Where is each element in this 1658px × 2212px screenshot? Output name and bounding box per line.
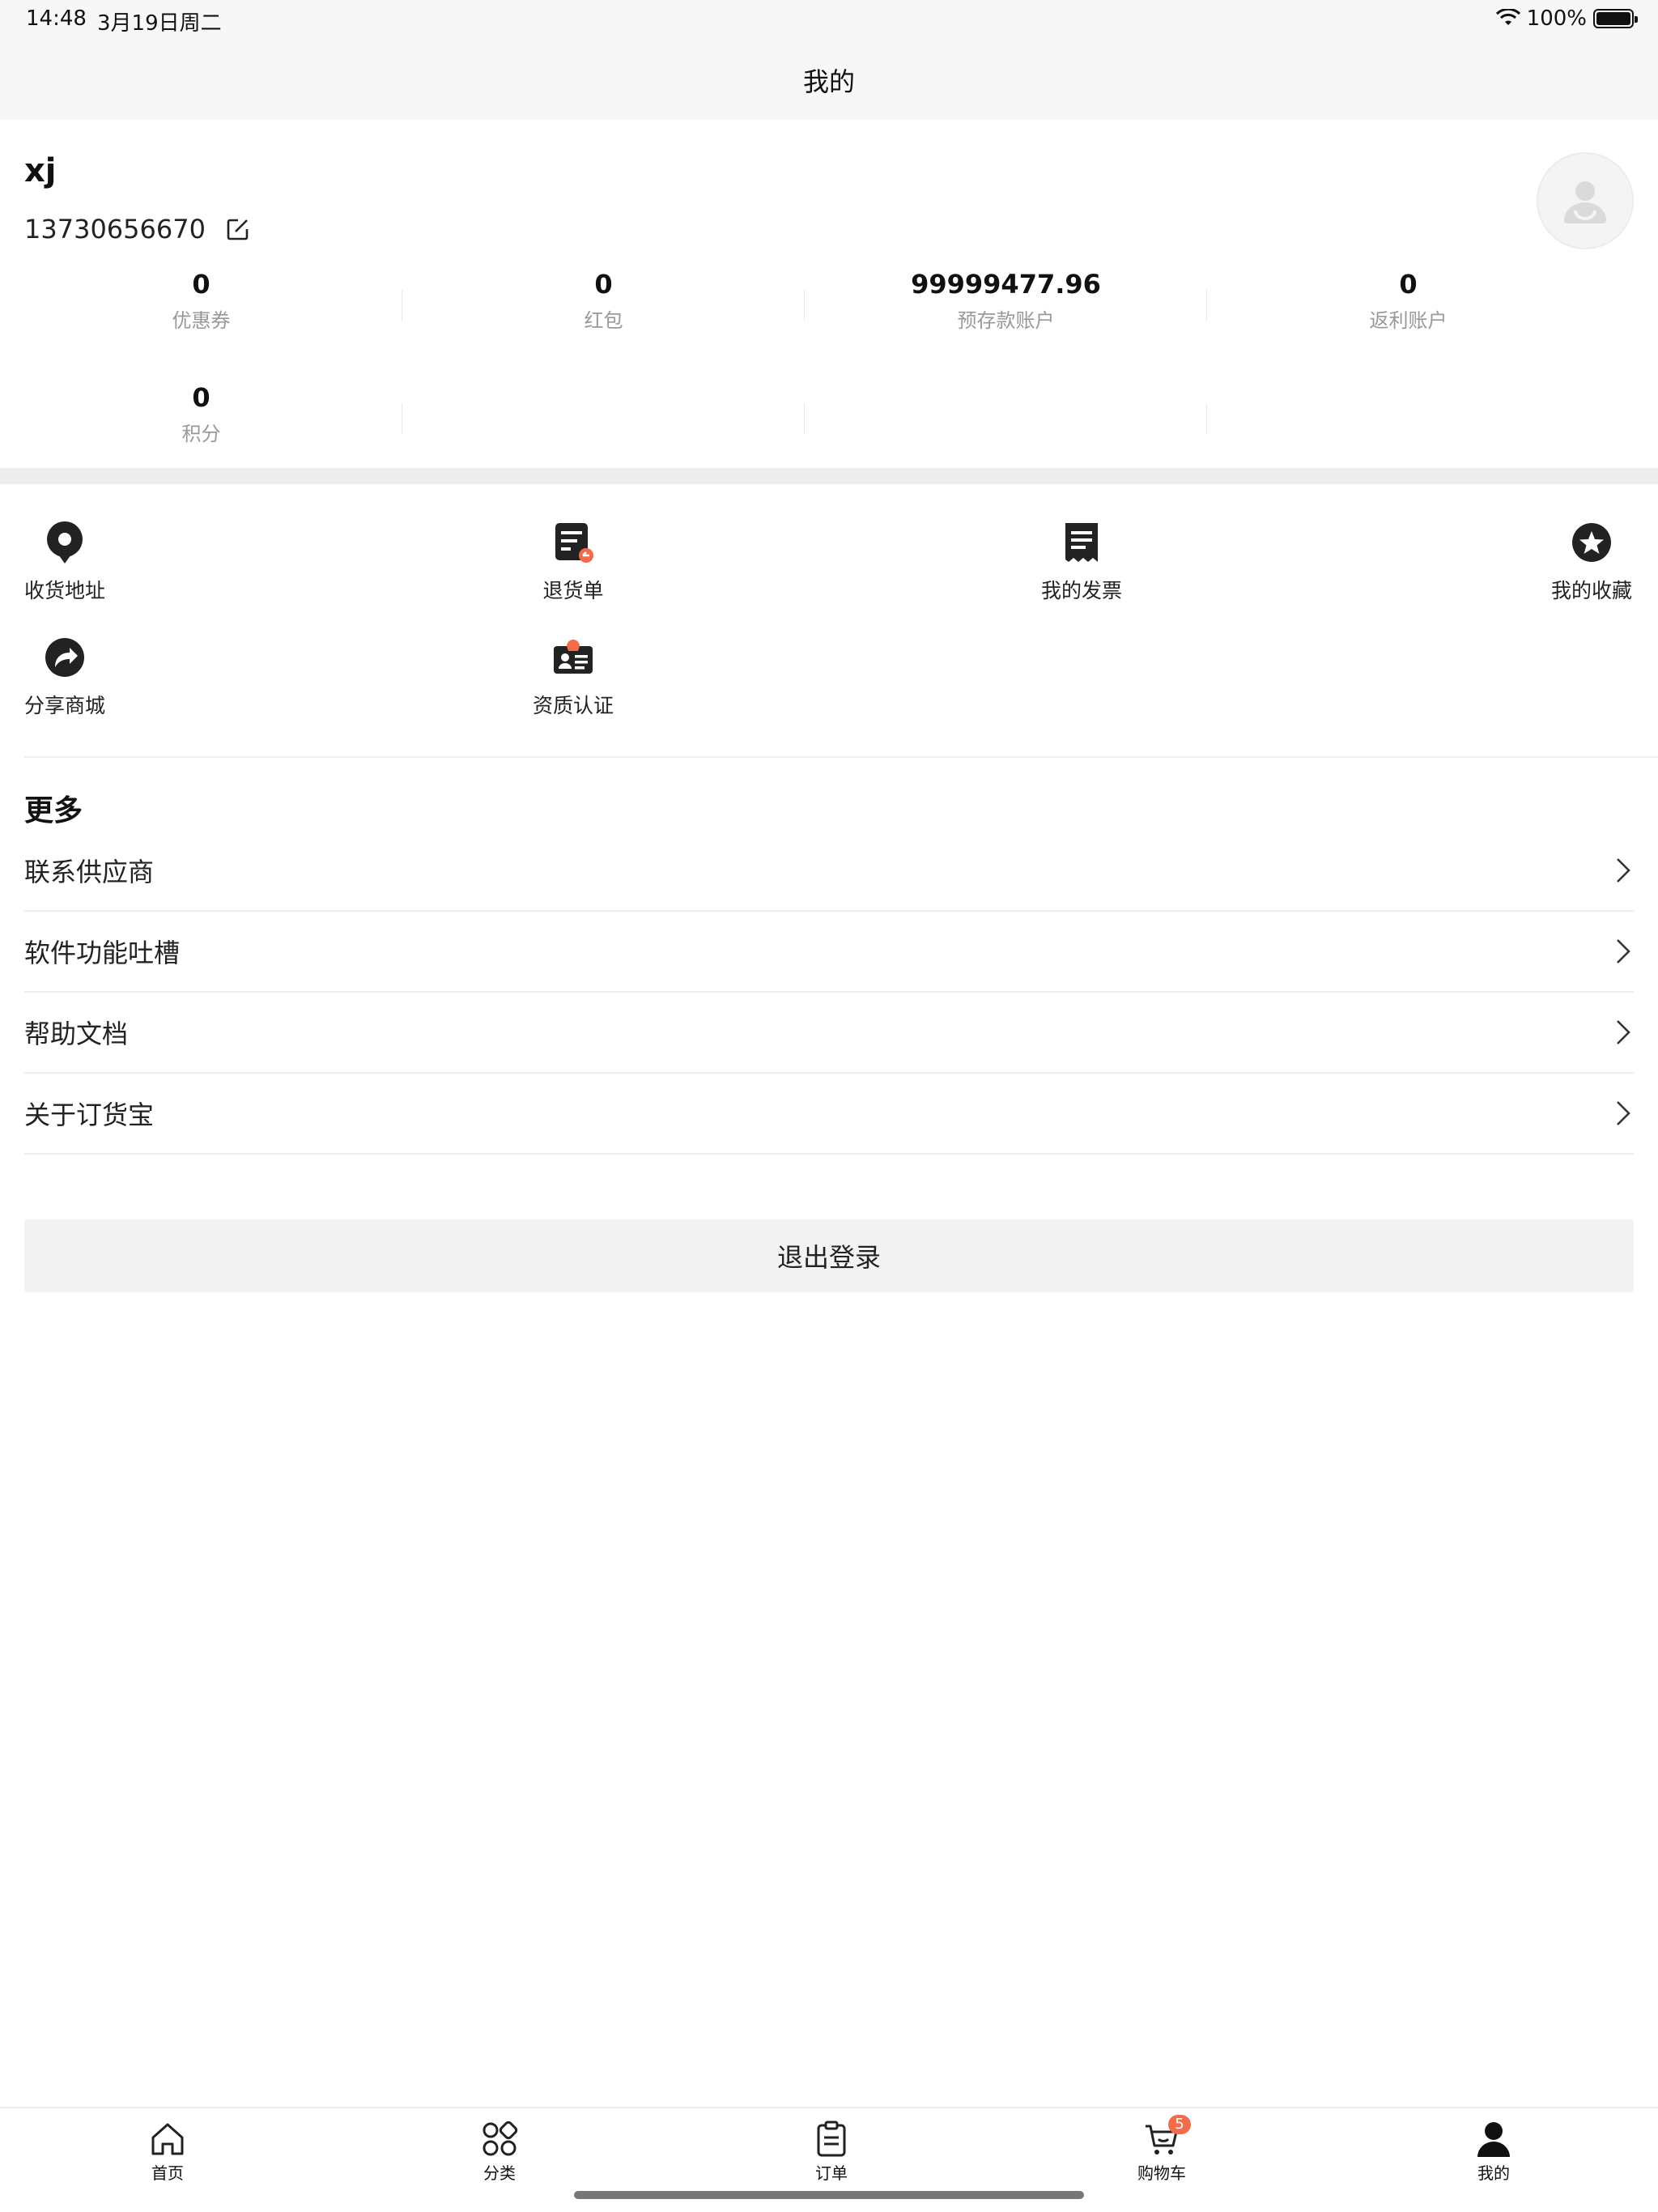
- section-separator: [0, 468, 1658, 484]
- stat-label: 红包: [584, 309, 623, 332]
- battery-percent: 100%: [1526, 6, 1587, 31]
- more-list: 联系供应商 软件功能吐槽 帮助文档 关于订货宝: [24, 831, 1634, 1155]
- battery-icon: [1593, 9, 1638, 28]
- tab-home[interactable]: 首页: [119, 2120, 216, 2184]
- location-pin-icon: [47, 521, 83, 564]
- tab-label: 分类: [483, 2163, 516, 2183]
- category-icon: [483, 2121, 518, 2156]
- user-phone: 13730656670: [24, 214, 251, 245]
- page-title: 我的: [802, 66, 855, 97]
- stat-label: 预存款账户: [957, 309, 1055, 332]
- return-order-icon: [555, 523, 593, 563]
- invoice-icon: [1065, 523, 1098, 562]
- star-icon: [1572, 523, 1611, 562]
- top-bar: 14:48 3月19日周二 100% 我的: [0, 0, 1658, 120]
- profile-card: xj 13730656670 0 优惠券 0 红包 99999477.96 预存…: [0, 120, 1658, 468]
- stat-value: 0: [594, 269, 613, 300]
- share-icon: [45, 638, 84, 677]
- stat-value: 0: [192, 382, 210, 413]
- stat-value: 0: [1399, 269, 1418, 300]
- tab-category[interactable]: 分类: [451, 2120, 548, 2184]
- more-item-label: 帮助文档: [24, 1019, 129, 1049]
- tab-label: 购物车: [1137, 2163, 1186, 2183]
- quick-address[interactable]: 收货地址: [24, 520, 105, 604]
- order-icon: [817, 2121, 846, 2157]
- quick-return-order[interactable]: 退货单: [533, 520, 614, 604]
- quick-actions: 收货地址 退货单 我的发票 我的收藏 分享商城 资质认证: [0, 484, 1658, 758]
- phone-number: 13730656670: [24, 214, 206, 245]
- certification-icon: [554, 640, 593, 674]
- edit-icon[interactable]: [225, 216, 251, 242]
- more-item-label: 关于订货宝: [24, 1100, 155, 1130]
- tab-label: 订单: [815, 2163, 848, 2183]
- divider: [24, 756, 1658, 758]
- cart-badge: 5: [1168, 2115, 1191, 2134]
- quick-label: 收货地址: [24, 579, 106, 602]
- more-item-label: 联系供应商: [24, 857, 155, 887]
- stat-prepaid-account[interactable]: 99999477.96 预存款账户: [805, 264, 1207, 377]
- stat-label: 返利账户: [1369, 309, 1448, 332]
- quick-invoice[interactable]: 我的发票: [1041, 520, 1122, 604]
- stat-label: 积分: [181, 423, 221, 445]
- wifi-icon: [1495, 9, 1520, 25]
- quick-label: 退货单: [542, 579, 604, 602]
- stat-value: 99999477.96: [911, 269, 1101, 300]
- status-date: 3月19日周二: [97, 11, 222, 36]
- quick-label: 分享商城: [24, 694, 106, 717]
- home-indicator[interactable]: [574, 2191, 1084, 2199]
- user-icon: [1477, 2122, 1510, 2157]
- quick-favorites[interactable]: 我的收藏: [1551, 520, 1632, 604]
- quick-share-mall[interactable]: 分享商城: [24, 635, 105, 719]
- quick-label: 我的收藏: [1551, 579, 1633, 602]
- status-right: 100%: [1495, 6, 1638, 31]
- more-item-label: 软件功能吐槽: [24, 938, 181, 968]
- user-name: xj: [24, 152, 57, 189]
- more-item-contact-supplier[interactable]: 联系供应商: [24, 831, 1634, 912]
- more-item-about[interactable]: 关于订货宝: [24, 1074, 1634, 1155]
- stat-rebate-account[interactable]: 0 返利账户: [1207, 264, 1609, 377]
- stat-value: 0: [192, 269, 210, 300]
- user-avatar-icon: [1564, 181, 1606, 223]
- status-time: 14:48: [26, 6, 87, 31]
- chevron-right-icon: [1617, 939, 1630, 963]
- quick-certification[interactable]: 资质认证: [533, 635, 614, 719]
- tab-cart[interactable]: 5 购物车: [1113, 2115, 1210, 2184]
- tab-mine[interactable]: 我的: [1445, 2120, 1542, 2184]
- stat-red-packets[interactable]: 0 红包: [402, 264, 805, 377]
- chevron-right-icon: [1617, 1101, 1630, 1125]
- home-icon: [151, 2123, 184, 2155]
- tab-label: 首页: [151, 2163, 184, 2183]
- tab-label: 我的: [1477, 2163, 1510, 2183]
- stat-label: 优惠券: [172, 309, 231, 332]
- account-stats: 0 优惠券 0 红包 99999477.96 预存款账户 0 返利账户 0 积分: [0, 264, 1658, 491]
- chevron-right-icon: [1617, 1020, 1630, 1044]
- quick-label: 我的发票: [1041, 579, 1123, 602]
- quick-label: 资质认证: [533, 694, 614, 717]
- stat-coupons[interactable]: 0 优惠券: [0, 264, 402, 377]
- tab-orders[interactable]: 订单: [783, 2120, 880, 2184]
- chevron-right-icon: [1617, 858, 1630, 883]
- avatar[interactable]: [1537, 152, 1634, 249]
- logout-button[interactable]: 退出登录: [24, 1219, 1634, 1292]
- more-item-help-docs[interactable]: 帮助文档: [24, 993, 1634, 1074]
- status-bar: 14:48 3月19日周二 100%: [0, 0, 1658, 39]
- more-section-title: 更多: [24, 794, 83, 827]
- more-item-feedback[interactable]: 软件功能吐槽: [24, 912, 1634, 993]
